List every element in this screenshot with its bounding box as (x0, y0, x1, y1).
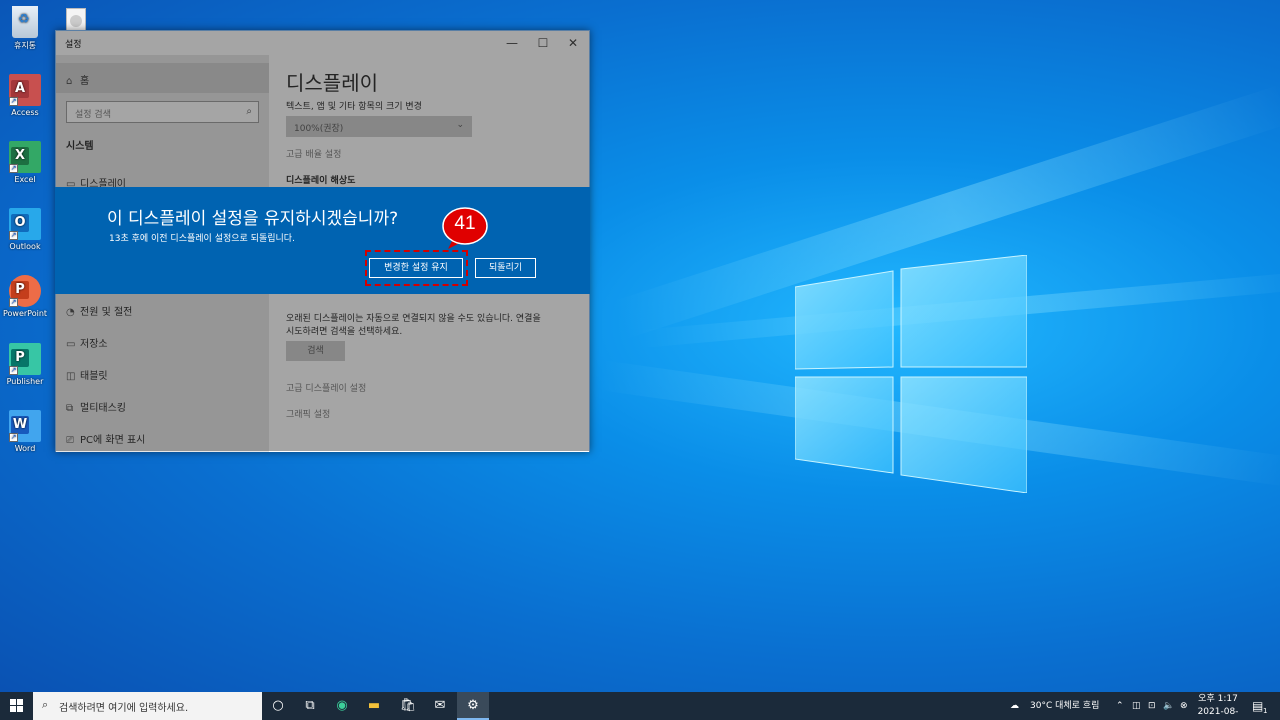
highlight-box (365, 250, 468, 286)
file-icon[interactable] (66, 8, 86, 32)
taskbar-search-placeholder: 검색하려면 여기에 입력하세요. (59, 703, 189, 714)
powerpoint-icon: P ↗ (9, 275, 41, 307)
app-letter: P (11, 281, 29, 299)
desktop-icon-label: PowerPoint (2, 309, 48, 318)
tray-app-icon[interactable]: ◫ (1132, 692, 1141, 720)
taskbar-store[interactable]: 🛍 (392, 692, 424, 720)
ime-icon[interactable]: ⊗ (1180, 692, 1188, 720)
store-icon: 🛍 (399, 698, 417, 713)
taskbar: ⌕ 검색하려면 여기에 입력하세요. ○ ⧉ ◉ ▬ 🛍 ✉ ⚙ ☁ 30°C … (0, 692, 1280, 720)
folder-icon: ▬ (367, 698, 381, 713)
notification-count: 1 (1263, 707, 1268, 715)
cortana-button[interactable]: ○ (262, 692, 294, 720)
app-letter: O (11, 214, 29, 232)
app-letter: P (11, 349, 29, 367)
word-icon: W ↗ (9, 410, 41, 442)
windows-logo-wallpaper (795, 255, 1027, 493)
desktop-icon-powerpoint[interactable]: P ↗ PowerPoint (2, 275, 48, 318)
desktop-icon-excel[interactable]: X ↗ Excel (2, 141, 48, 184)
desktop-icon-label: 휴지통 (13, 41, 37, 50)
desktop-icon-label: Publisher (6, 377, 44, 386)
taskbar-file-explorer[interactable]: ▬ (358, 692, 390, 720)
start-button[interactable] (0, 692, 32, 720)
desktop-icon-label: Outlook (9, 242, 41, 251)
access-icon: A ↗ (9, 74, 41, 106)
desktop-icon-publisher[interactable]: P ↗ Publisher (2, 343, 48, 386)
dialog-countdown: 13초 후에 이전 디스플레이 설정으로 되돌립니다. (109, 234, 295, 244)
volume-icon[interactable]: 🔈 (1163, 692, 1174, 720)
dialog-question: 이 디스플레이 설정을 유지하시겠습니까? (107, 209, 399, 229)
revert-button[interactable]: 되돌리기 (475, 258, 536, 278)
step-number: 41 (454, 213, 476, 234)
weather-text[interactable]: 30°C 대체로 흐림 (1030, 692, 1099, 720)
app-letter: A (11, 80, 29, 98)
desktop-icon-label: Word (14, 444, 36, 453)
desktop-icon-access[interactable]: A ↗ Access (2, 74, 48, 117)
keep-display-dialog: 이 디스플레이 설정을 유지하시겠습니까? 13초 후에 이전 디스플레이 설정… (55, 187, 590, 294)
desktop-icon-label: Excel (14, 175, 36, 184)
taskbar-settings[interactable]: ⚙ (457, 692, 489, 720)
cortana-circle-icon: ○ (272, 698, 284, 713)
app-letter: W (11, 416, 29, 434)
taskbar-search-input[interactable]: ⌕ 검색하려면 여기에 입력하세요. (33, 692, 262, 720)
task-view-icon: ⧉ (305, 698, 315, 713)
desktop-icon-label: Access (11, 108, 39, 117)
excel-icon: X ↗ (9, 141, 41, 173)
recycle-bin-icon: ♻ (12, 6, 38, 38)
desktop-icon-word[interactable]: W ↗ Word (2, 410, 48, 453)
desktop-icon-outlook[interactable]: O ↗ Outlook (2, 208, 48, 251)
mail-icon: ✉ (434, 698, 446, 713)
publisher-icon: P ↗ (9, 343, 41, 375)
gear-icon: ⚙ (467, 698, 479, 713)
notification-icon[interactable]: ▤ (1252, 692, 1263, 720)
search-icon: ⌕ (42, 698, 49, 711)
chevron-up-icon[interactable]: ⌃ (1116, 692, 1124, 720)
weather-icon[interactable]: ☁ (1010, 692, 1019, 720)
network-icon[interactable]: ⊡ (1148, 692, 1156, 720)
desktop-icon-recycle-bin[interactable]: ♻ 휴지통 (2, 6, 48, 51)
app-letter: X (11, 147, 29, 165)
taskbar-mail[interactable]: ✉ (424, 692, 456, 720)
outlook-icon: O ↗ (9, 208, 41, 240)
taskbar-edge[interactable]: ◉ (326, 692, 358, 720)
edge-icon: ◉ (336, 698, 348, 713)
task-view-button[interactable]: ⧉ (294, 692, 326, 720)
clock-date[interactable]: 2021-08-14 (1192, 698, 1244, 720)
windows-start-icon (9, 699, 23, 712)
